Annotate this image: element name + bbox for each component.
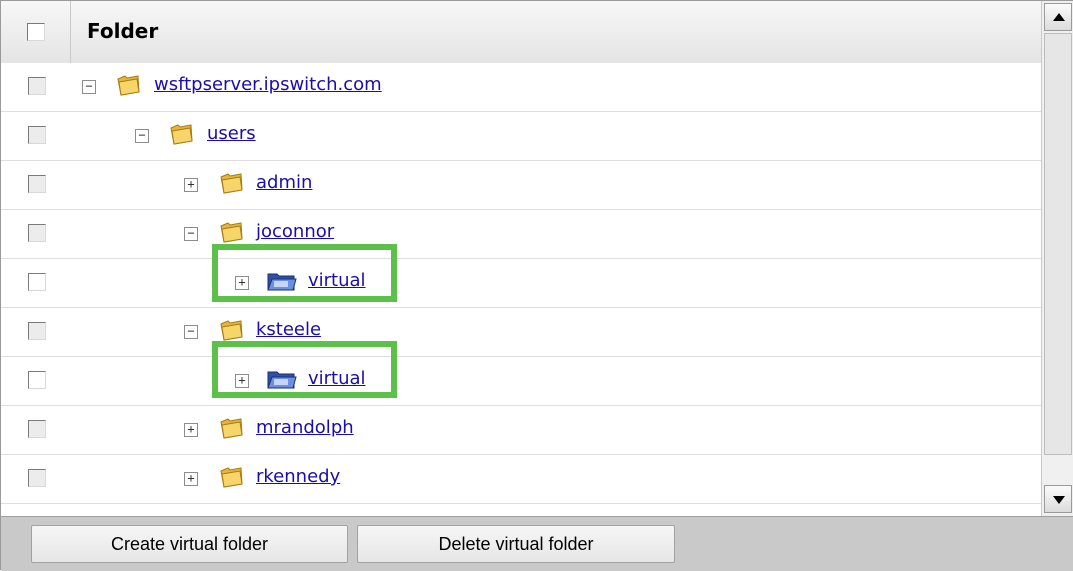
virtual-folder-icon (267, 371, 297, 389)
folder-icon (220, 173, 243, 194)
row-checkbox (28, 77, 46, 95)
folder-icon (220, 418, 243, 439)
folder-link-admin[interactable]: admin (256, 172, 312, 193)
scroll-up-button[interactable] (1044, 3, 1072, 31)
folder-icon (220, 320, 243, 341)
folder-tree-panel: Folder − wsftpserver.ipswitch.com − user… (0, 0, 1073, 571)
row-checkbox (28, 224, 46, 242)
vertical-scrollbar[interactable] (1041, 1, 1073, 516)
collapse-icon[interactable]: − (135, 129, 149, 143)
table-header: Folder (1, 1, 1041, 64)
folder-link-wsftpserver[interactable]: wsftpserver.ipswitch.com (154, 74, 382, 95)
expand-icon[interactable]: + (235, 374, 249, 388)
delete-virtual-folder-button[interactable]: Delete virtual folder (357, 525, 675, 563)
tree-row-joconnor[interactable]: − joconnor (1, 210, 1041, 259)
folder-icon (220, 222, 243, 243)
folder-icon (170, 124, 193, 145)
expand-icon[interactable]: + (184, 178, 198, 192)
row-checkbox[interactable] (28, 371, 46, 389)
row-checkbox (28, 175, 46, 193)
row-checkbox (28, 322, 46, 340)
collapse-icon[interactable]: − (184, 325, 198, 339)
header-checkbox-cell (1, 1, 71, 63)
arrow-down-icon (1053, 496, 1065, 504)
tree-row-wsftpserver[interactable]: − wsftpserver.ipswitch.com (1, 63, 1041, 112)
create-virtual-folder-button[interactable]: Create virtual folder (31, 525, 348, 563)
expand-icon[interactable]: + (184, 423, 198, 437)
tree-row-rkennedy[interactable]: + rkennedy (1, 455, 1041, 504)
select-all-checkbox[interactable] (27, 23, 45, 41)
folder-link-virtual[interactable]: virtual (308, 368, 366, 389)
tree-row-mrandolph[interactable]: + mrandolph (1, 406, 1041, 455)
folder-link-users[interactable]: users (207, 123, 256, 144)
row-checkbox[interactable] (28, 273, 46, 291)
virtual-folder-icon (267, 273, 297, 291)
folder-tree: − wsftpserver.ipswitch.com − users + adm… (1, 63, 1041, 516)
folder-link-joconnor[interactable]: joconnor (256, 221, 334, 242)
row-checkbox (28, 126, 46, 144)
tree-row-admin[interactable]: + admin (1, 161, 1041, 210)
action-bar: Create virtual folder Delete virtual fol… (1, 516, 1073, 571)
arrow-up-icon (1053, 13, 1065, 21)
tree-row-virtual-ksteele[interactable]: + virtual (1, 357, 1041, 406)
scrollbar-thumb[interactable] (1044, 33, 1072, 455)
folder-link-rkennedy[interactable]: rkennedy (256, 466, 340, 487)
expand-icon[interactable]: + (235, 276, 249, 290)
folder-link-virtual[interactable]: virtual (308, 270, 366, 291)
tree-row-wsansbury[interactable]: + wsansbury (1, 504, 1041, 516)
folder-link-mrandolph[interactable]: mrandolph (256, 417, 354, 438)
folder-icon (117, 75, 140, 96)
row-checkbox (28, 469, 46, 487)
folder-icon (220, 467, 243, 488)
tree-row-users[interactable]: − users (1, 112, 1041, 161)
column-header-folder[interactable]: Folder (87, 19, 158, 43)
tree-row-virtual-joconnor[interactable]: + virtual (1, 259, 1041, 308)
folder-link-ksteele[interactable]: ksteele (256, 319, 321, 340)
scroll-down-button[interactable] (1044, 485, 1072, 513)
row-checkbox (28, 420, 46, 438)
collapse-icon[interactable]: − (184, 227, 198, 241)
collapse-icon[interactable]: − (82, 80, 96, 94)
tree-row-ksteele[interactable]: − ksteele (1, 308, 1041, 357)
expand-icon[interactable]: + (184, 472, 198, 486)
